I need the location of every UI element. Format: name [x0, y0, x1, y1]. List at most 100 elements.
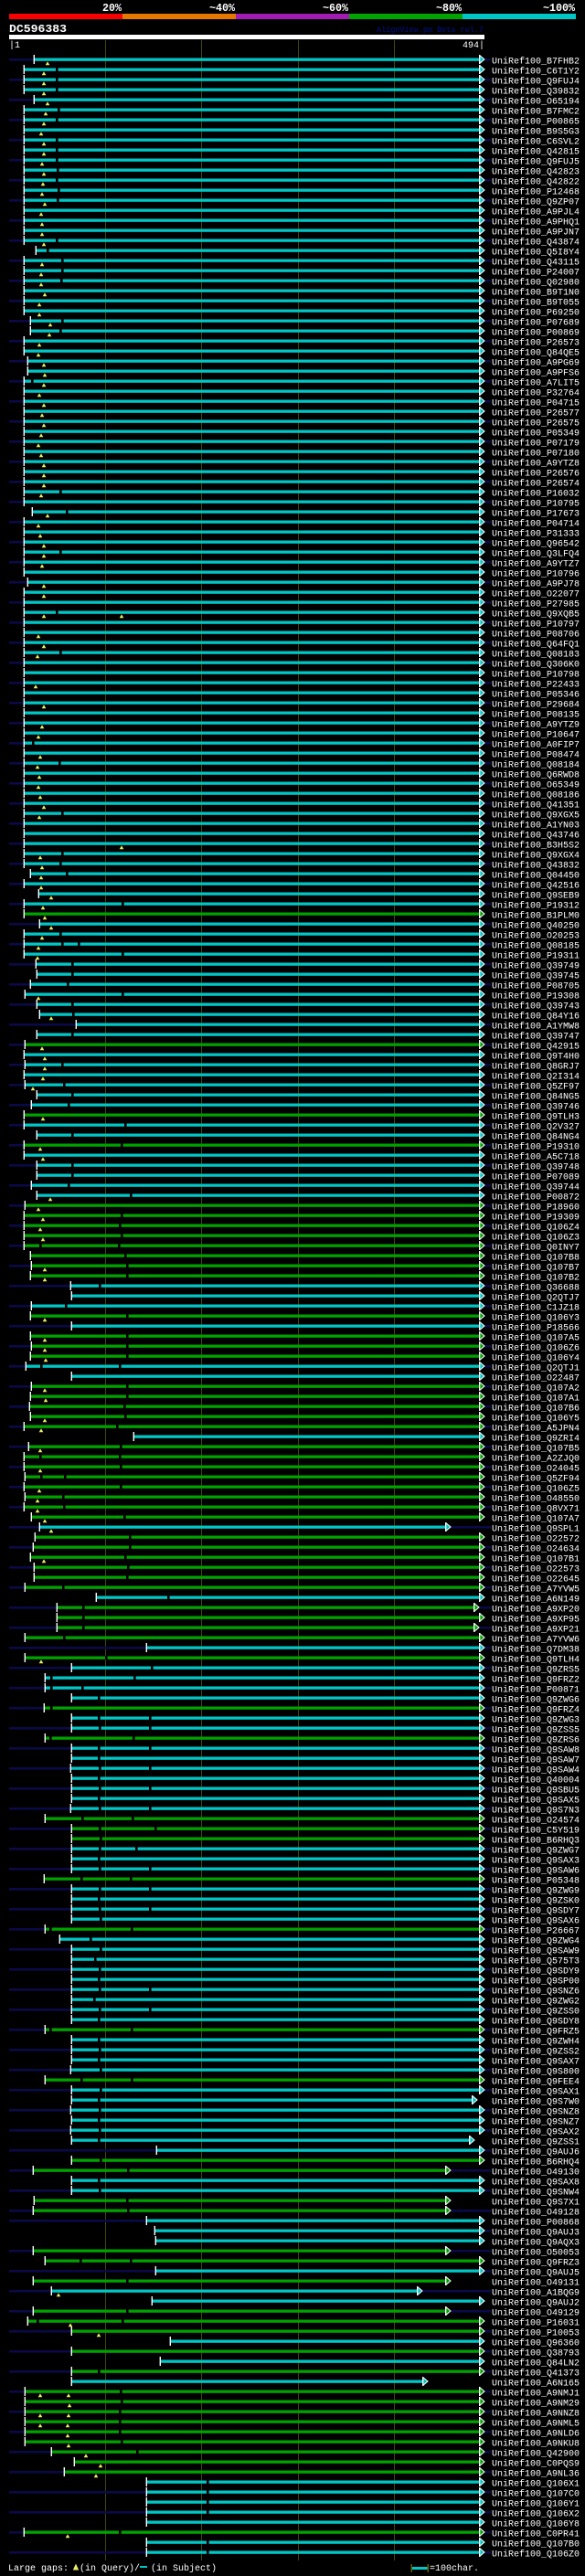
svg-text:UniRef100_Q9T4H0: UniRef100_Q9T4H0	[492, 1052, 580, 1063]
svg-text:UniRef100_O22645: UniRef100_O22645	[492, 1574, 580, 1585]
svg-text:UniRef100_Q08185: UniRef100_Q08185	[492, 941, 580, 952]
svg-text:UniRef100_P19310: UniRef100_P19310	[492, 1142, 580, 1153]
svg-text:UniRef100_Q9S7X1: UniRef100_Q9S7X1	[492, 2198, 580, 2209]
svg-text:(in Query)/: (in Query)/	[80, 2563, 140, 2574]
svg-text:UniRef100_A1YN03: UniRef100_A1YN03	[492, 821, 580, 832]
svg-text:UniRef100_P26574: UniRef100_P26574	[492, 479, 580, 490]
svg-text:~80%: ~80%	[436, 3, 462, 15]
svg-text:UniRef100_A9YTZ8: UniRef100_A9YTZ8	[492, 459, 580, 470]
svg-text:UniRef100_P10797: UniRef100_P10797	[492, 620, 580, 631]
svg-text:UniRef100_Q9SBU5: UniRef100_Q9SBU5	[492, 1786, 580, 1797]
svg-text:UniRef100_Q42516: UniRef100_Q42516	[492, 881, 580, 892]
svg-text:UniRef100_Q107A1: UniRef100_Q107A1	[492, 1394, 580, 1405]
svg-text:UniRef100_Q42822: UniRef100_Q42822	[492, 177, 580, 188]
svg-text:UniRef100_Q9ZWH4: UniRef100_Q9ZWH4	[492, 2037, 580, 2048]
svg-text:UniRef100_Q107A5: UniRef100_Q107A5	[492, 1333, 580, 1344]
svg-text:UniRef100_Q5ZF97: UniRef100_Q5ZF97	[492, 1082, 580, 1093]
svg-text:UniRef100_Q9ZSS5: UniRef100_Q9ZSS5	[492, 1725, 580, 1736]
svg-text:UniRef100_P08705: UniRef100_P08705	[492, 981, 580, 992]
svg-text:UniRef100_Q107B8: UniRef100_Q107B8	[492, 1253, 580, 1264]
svg-text:UniRef100_P08474: UniRef100_P08474	[492, 750, 580, 761]
svg-text:UniRef100_A7YVW5: UniRef100_A7YVW5	[492, 1585, 580, 1595]
svg-text:UniRef100_C5Y519: UniRef100_C5Y519	[492, 1826, 580, 1837]
svg-text:UniRef100_Q39744: UniRef100_Q39744	[492, 1182, 580, 1193]
svg-text:UniRef100_Q36688: UniRef100_Q36688	[492, 1283, 580, 1294]
svg-text:UniRef100_P10798: UniRef100_P10798	[492, 670, 580, 681]
svg-text:UniRef100_Q41351: UniRef100_Q41351	[492, 800, 580, 811]
svg-text:AlignView.pm Beta rel.7: AlignView.pm Beta rel.7	[377, 26, 484, 35]
svg-text:UniRef100_P19309: UniRef100_P19309	[492, 1213, 580, 1224]
svg-text:UniRef100_Q39747: UniRef100_Q39747	[492, 1032, 580, 1043]
svg-text:UniRef100_Q84LN2: UniRef100_Q84LN2	[492, 2359, 580, 2369]
svg-text:UniRef100_Q106Y1: UniRef100_Q106Y1	[492, 2499, 580, 2510]
svg-text:UniRef100_O24574: UniRef100_O24574	[492, 1816, 580, 1827]
svg-text:UniRef100_Q107C0: UniRef100_Q107C0	[492, 2489, 580, 2500]
svg-text:UniRef100_Q9SAW8: UniRef100_Q9SAW8	[492, 1745, 580, 1756]
svg-text:UniRef100_P07179: UniRef100_P07179	[492, 439, 580, 450]
svg-text:UniRef100_Q42823: UniRef100_Q42823	[492, 167, 580, 178]
svg-text:UniRef100_Q9ZWG2: UniRef100_Q9ZWG2	[492, 1997, 580, 2008]
svg-text:Large gaps:: Large gaps:	[8, 2564, 69, 2574]
svg-text:UniRef100_A9YTZ9: UniRef100_A9YTZ9	[492, 720, 580, 731]
svg-text:UniRef100_P10795: UniRef100_P10795	[492, 499, 580, 510]
svg-text:UniRef100_Q9S800: UniRef100_Q9S800	[492, 2067, 580, 2078]
svg-text:UniRef100_Q9SAW7: UniRef100_Q9SAW7	[492, 1755, 580, 1766]
svg-text:UniRef100_Q08183: UniRef100_Q08183	[492, 650, 580, 661]
svg-text:UniRef100_P26575: UniRef100_P26575	[492, 419, 580, 429]
svg-text:UniRef100_Q43874: UniRef100_Q43874	[492, 238, 580, 249]
svg-text:UniRef100_A9PJN7: UniRef100_A9PJN7	[492, 228, 580, 239]
svg-text:UniRef100_P29684: UniRef100_P29684	[492, 700, 580, 711]
svg-text:UniRef100_O65349: UniRef100_O65349	[492, 780, 580, 791]
svg-text:UniRef100_A9XP21: UniRef100_A9XP21	[492, 1625, 580, 1636]
svg-text:UniRef100_B6RHQ4: UniRef100_B6RHQ4	[492, 2157, 580, 2168]
svg-text:UniRef100_Q575T3: UniRef100_Q575T3	[492, 1956, 580, 1967]
svg-text:UniRef100_Q106Y4: UniRef100_Q106Y4	[492, 1353, 580, 1364]
svg-text:UniRef100_P19308: UniRef100_P19308	[492, 991, 580, 1002]
svg-text:UniRef100_O50053: UniRef100_O50053	[492, 2248, 580, 2259]
svg-text:UniRef100_P05346: UniRef100_P05346	[492, 690, 580, 701]
svg-text:UniRef100_B7FMC2: UniRef100_B7FMC2	[492, 107, 580, 118]
svg-text:~40%: ~40%	[209, 3, 235, 15]
svg-text:UniRef100_Q0INY7: UniRef100_Q0INY7	[492, 1243, 580, 1254]
svg-text:UniRef100_Q04450: UniRef100_Q04450	[492, 871, 580, 882]
svg-text:UniRef100_Q9SAX1: UniRef100_Q9SAX1	[492, 2087, 580, 2098]
svg-text:UniRef100_Q107A2: UniRef100_Q107A2	[492, 1383, 580, 1394]
svg-text:UniRef100_Q9ZP07: UniRef100_Q9ZP07	[492, 197, 580, 208]
svg-text:UniRef100_Q106X2: UniRef100_Q106X2	[492, 2509, 580, 2520]
svg-text:UniRef100_C0PR41: UniRef100_C0PR41	[492, 2529, 580, 2540]
svg-text:UniRef100_Q7DM38: UniRef100_Q7DM38	[492, 1645, 580, 1656]
svg-text:UniRef100_Q8GRJ7: UniRef100_Q8GRJ7	[492, 1062, 580, 1073]
svg-text:UniRef100_Q39743: UniRef100_Q39743	[492, 1002, 580, 1012]
svg-text:~100%: ~100%	[543, 3, 575, 15]
svg-text:UniRef100_Q9SAX2: UniRef100_Q9SAX2	[492, 2127, 580, 2138]
svg-text:UniRef100_Q43115: UniRef100_Q43115	[492, 258, 580, 269]
svg-text:UniRef100_O22077: UniRef100_O22077	[492, 589, 580, 600]
svg-text:UniRef100_P10647: UniRef100_P10647	[492, 730, 580, 741]
svg-text:UniRef100_A7LIT5: UniRef100_A7LIT5	[492, 378, 580, 389]
svg-text:UniRef100_P05348: UniRef100_P05348	[492, 1876, 580, 1887]
svg-text:UniRef100_A6N165: UniRef100_A6N165	[492, 2379, 580, 2390]
svg-text:UniRef100_A9NL36: UniRef100_A9NL36	[492, 2469, 580, 2480]
svg-text:UniRef100_Q84QE5: UniRef100_Q84QE5	[492, 348, 580, 359]
svg-text:UniRef100_A9PHQ1: UniRef100_A9PHQ1	[492, 217, 580, 228]
svg-text:UniRef100_A7YVW6: UniRef100_A7YVW6	[492, 1635, 580, 1646]
svg-text:UniRef100_Q9S7N3: UniRef100_Q9S7N3	[492, 1806, 580, 1817]
svg-text:UniRef100_Q8VX71: UniRef100_Q8VX71	[492, 1504, 580, 1515]
svg-text:UniRef100_Q39749: UniRef100_Q39749	[492, 961, 580, 972]
svg-text:UniRef100_P19311: UniRef100_P19311	[492, 951, 580, 962]
svg-text:UniRef100_Q9SAX5: UniRef100_Q9SAX5	[492, 1796, 580, 1807]
svg-text:UniRef100_P00869: UniRef100_P00869	[492, 328, 580, 339]
svg-text:UniRef100_Q9ZSS2: UniRef100_Q9ZSS2	[492, 2047, 580, 2058]
svg-text:UniRef100_Q9ZRI4: UniRef100_Q9ZRI4	[492, 1434, 580, 1445]
svg-text:UniRef100_Q106Y3: UniRef100_Q106Y3	[492, 1313, 580, 1324]
svg-text:UniRef100_Q02980: UniRef100_Q02980	[492, 278, 580, 289]
svg-text:UniRef100_Q08186: UniRef100_Q08186	[492, 790, 580, 801]
svg-text:UniRef100_Q9AUJ6: UniRef100_Q9AUJ6	[492, 2147, 580, 2158]
svg-text:UniRef100_P00872: UniRef100_P00872	[492, 1193, 580, 1203]
svg-text:UniRef100_Q43746: UniRef100_Q43746	[492, 831, 580, 842]
svg-text:UniRef100_Q42915: UniRef100_Q42915	[492, 1042, 580, 1053]
svg-text:UniRef100_Q107B1: UniRef100_Q107B1	[492, 1554, 580, 1565]
svg-text:UniRef100_Q9AUJ5: UniRef100_Q9AUJ5	[492, 2268, 580, 2279]
svg-text:UniRef100_Q9SAX6: UniRef100_Q9SAX6	[492, 1916, 580, 1927]
svg-text:UniRef100_C1JZ18: UniRef100_C1JZ18	[492, 1303, 580, 1314]
